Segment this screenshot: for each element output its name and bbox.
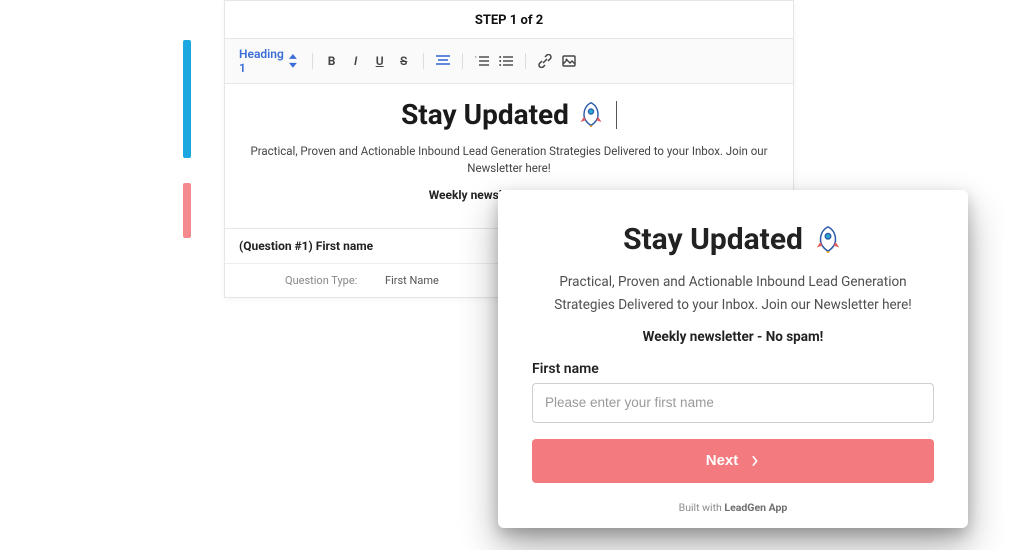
svg-text:1: 1 <box>475 55 477 59</box>
built-with-brand: LeadGen App <box>724 501 787 514</box>
chevron-right-icon <box>750 456 760 466</box>
strike-button[interactable]: S <box>395 52 413 70</box>
next-button[interactable]: Next <box>532 439 934 483</box>
editor-title: Stay Updated <box>401 98 617 131</box>
form-title: Stay Updated <box>623 222 843 257</box>
editor-accent-rail <box>183 40 191 158</box>
image-button[interactable] <box>560 52 578 70</box>
built-with-prefix: Built with <box>679 501 725 514</box>
rocket-icon <box>813 225 843 255</box>
link-button[interactable] <box>536 52 554 70</box>
toolbar-separator <box>312 53 313 69</box>
italic-button[interactable]: I <box>347 52 365 70</box>
step-header: STEP 1 of 2 <box>225 1 793 39</box>
bullet-list-button[interactable] <box>497 52 515 70</box>
first-name-input[interactable] <box>532 383 934 423</box>
ordered-list-button[interactable]: 1 <box>473 52 491 70</box>
form-subtitle: Practical, Proven and Actionable Inbound… <box>532 271 934 317</box>
question-type-label: Question Type: <box>285 274 385 287</box>
toolbar-separator <box>423 53 424 69</box>
rich-text-toolbar: Heading 1 B I U S 1 <box>225 39 793 84</box>
toolbar-separator <box>462 53 463 69</box>
underline-button[interactable]: U <box>371 52 389 70</box>
form-bold-line: Weekly newsletter - No spam! <box>532 329 934 345</box>
bold-button[interactable]: B <box>323 52 341 70</box>
rocket-icon <box>577 101 605 129</box>
toolbar-separator <box>525 53 526 69</box>
align-button[interactable] <box>434 52 452 70</box>
next-button-label: Next <box>706 452 739 469</box>
editor-subtitle: Practical, Proven and Actionable Inbound… <box>243 143 775 178</box>
form-preview-card: Stay Updated Practical, Proven and Actio… <box>498 190 968 528</box>
heading-selector-label: Heading 1 <box>239 47 284 75</box>
question-accent-rail <box>183 183 191 238</box>
built-with: Built with LeadGen App <box>532 501 934 514</box>
sort-icon <box>288 54 298 68</box>
editor-title-text: Stay Updated <box>401 98 569 131</box>
first-name-field: First name <box>532 361 934 423</box>
question-type-value: First Name <box>385 274 439 287</box>
form-title-text: Stay Updated <box>623 222 803 257</box>
first-name-label: First name <box>532 361 934 377</box>
heading-selector[interactable]: Heading 1 <box>235 45 302 77</box>
